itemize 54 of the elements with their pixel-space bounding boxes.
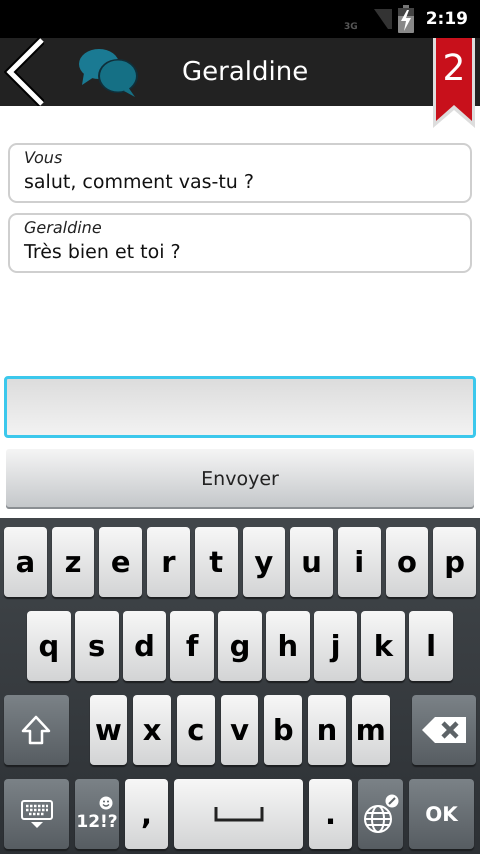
globe-settings-icon (362, 794, 398, 834)
chat-title: Geraldine (182, 57, 308, 87)
key[interactable]: . (309, 779, 352, 849)
key[interactable]: c (176, 695, 215, 765)
message-input[interactable] (4, 376, 476, 438)
clock: 2:19 (426, 9, 468, 29)
key[interactable]: j (314, 611, 358, 681)
back-button[interactable] (4, 38, 44, 106)
key[interactable]: g (218, 611, 262, 681)
space-bar-icon (214, 806, 264, 822)
key[interactable]: d (122, 611, 166, 681)
smiley-icon (99, 796, 113, 810)
key[interactable]: p (433, 527, 476, 597)
key[interactable]: i (338, 527, 381, 597)
key[interactable]: t (194, 527, 238, 597)
key[interactable]: b (264, 695, 302, 765)
sender-name: Geraldine (24, 218, 103, 238)
key[interactable]: l (409, 611, 454, 681)
key[interactable]: a (4, 527, 47, 597)
key[interactable]: h (266, 611, 310, 681)
chat-bubbles-icon (78, 47, 140, 97)
language-key[interactable] (358, 779, 403, 849)
key[interactable]: u (290, 527, 333, 597)
key[interactable]: z (52, 527, 94, 597)
key[interactable]: w (90, 695, 128, 765)
key[interactable]: r (147, 527, 190, 597)
shift-key[interactable] (4, 695, 68, 765)
key[interactable]: m (352, 695, 390, 765)
battery-charging-icon (398, 5, 414, 33)
hide-key[interactable] (4, 779, 69, 849)
key[interactable]: f (170, 611, 214, 681)
key[interactable]: o (386, 527, 428, 597)
key[interactable]: e (99, 527, 142, 597)
key[interactable]: , (125, 779, 168, 849)
key[interactable]: q (27, 611, 71, 681)
keyboard-hide-icon (20, 799, 54, 829)
send-button[interactable]: Envoyer (6, 449, 474, 509)
sender-name: Vous (24, 148, 64, 168)
signal-icon (374, 9, 392, 29)
key[interactable]: s (74, 611, 119, 681)
key[interactable]: x (133, 695, 171, 765)
space-key[interactable] (174, 779, 303, 849)
symbols-key[interactable]: 12!? (75, 779, 119, 849)
key[interactable]: v (220, 695, 258, 765)
key[interactable]: y (242, 527, 286, 597)
message-text: salut, comment vas-tu ? (24, 170, 255, 195)
key[interactable]: k (361, 611, 406, 681)
message-text: Très bien et toi ? (24, 240, 182, 265)
ok-key[interactable]: OK (409, 779, 474, 849)
network-label: 3G (344, 22, 358, 32)
key[interactable]: n (308, 695, 346, 765)
shift-icon (21, 715, 52, 745)
backspace-icon (420, 716, 467, 744)
backspace-key[interactable] (412, 695, 476, 765)
